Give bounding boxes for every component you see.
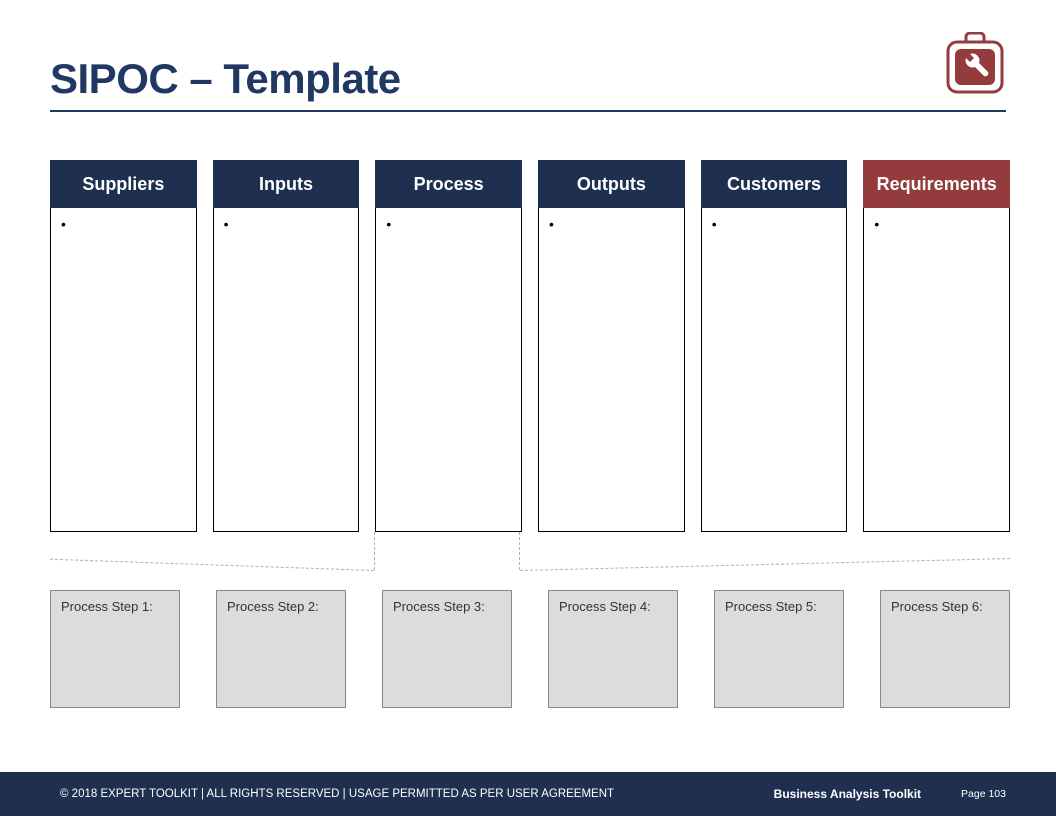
process-expansion-line-left <box>50 559 374 583</box>
footer-bar: © 2018 EXPERT TOOLKIT | ALL RIGHTS RESER… <box>0 772 1056 816</box>
column-header: Outputs <box>538 160 685 208</box>
footer-page-number: Page 103 <box>961 788 1006 800</box>
footer-copyright: © 2018 EXPERT TOOLKIT | ALL RIGHTS RESER… <box>60 788 614 800</box>
column-process: Process • <box>375 160 522 532</box>
column-outputs: Outputs • <box>538 160 685 532</box>
process-step-6: Process Step 6: <box>880 590 1010 708</box>
column-body: • <box>375 208 522 532</box>
page-title: SIPOC – Template <box>50 55 401 103</box>
process-step-5: Process Step 5: <box>714 590 844 708</box>
column-body: • <box>538 208 685 532</box>
column-header: Requirements <box>863 160 1010 208</box>
toolkit-logo-icon <box>946 32 1004 96</box>
process-steps: Process Step 1: Process Step 2: Process … <box>50 590 1010 708</box>
column-body: • <box>213 208 360 532</box>
process-step-3: Process Step 3: <box>382 590 512 708</box>
sipoc-columns: Suppliers • Inputs • Process • Outputs •… <box>50 160 1010 532</box>
column-requirements: Requirements • <box>863 160 1010 532</box>
footer-product-name: Business Analysis Toolkit <box>774 787 921 801</box>
process-step-2: Process Step 2: <box>216 590 346 708</box>
title-underline <box>50 110 1006 112</box>
page: SIPOC – Template Suppliers • Inputs • Pr… <box>0 0 1056 816</box>
process-expansion-line-right <box>520 558 1010 583</box>
column-suppliers: Suppliers • <box>50 160 197 532</box>
column-body: • <box>863 208 1010 532</box>
column-body: • <box>701 208 848 532</box>
column-header: Inputs <box>213 160 360 208</box>
process-expansion-connector <box>374 532 520 570</box>
column-header: Process <box>375 160 522 208</box>
column-inputs: Inputs • <box>213 160 360 532</box>
column-header: Customers <box>701 160 848 208</box>
column-body: • <box>50 208 197 532</box>
column-header: Suppliers <box>50 160 197 208</box>
process-step-1: Process Step 1: <box>50 590 180 708</box>
column-customers: Customers • <box>701 160 848 532</box>
process-step-4: Process Step 4: <box>548 590 678 708</box>
